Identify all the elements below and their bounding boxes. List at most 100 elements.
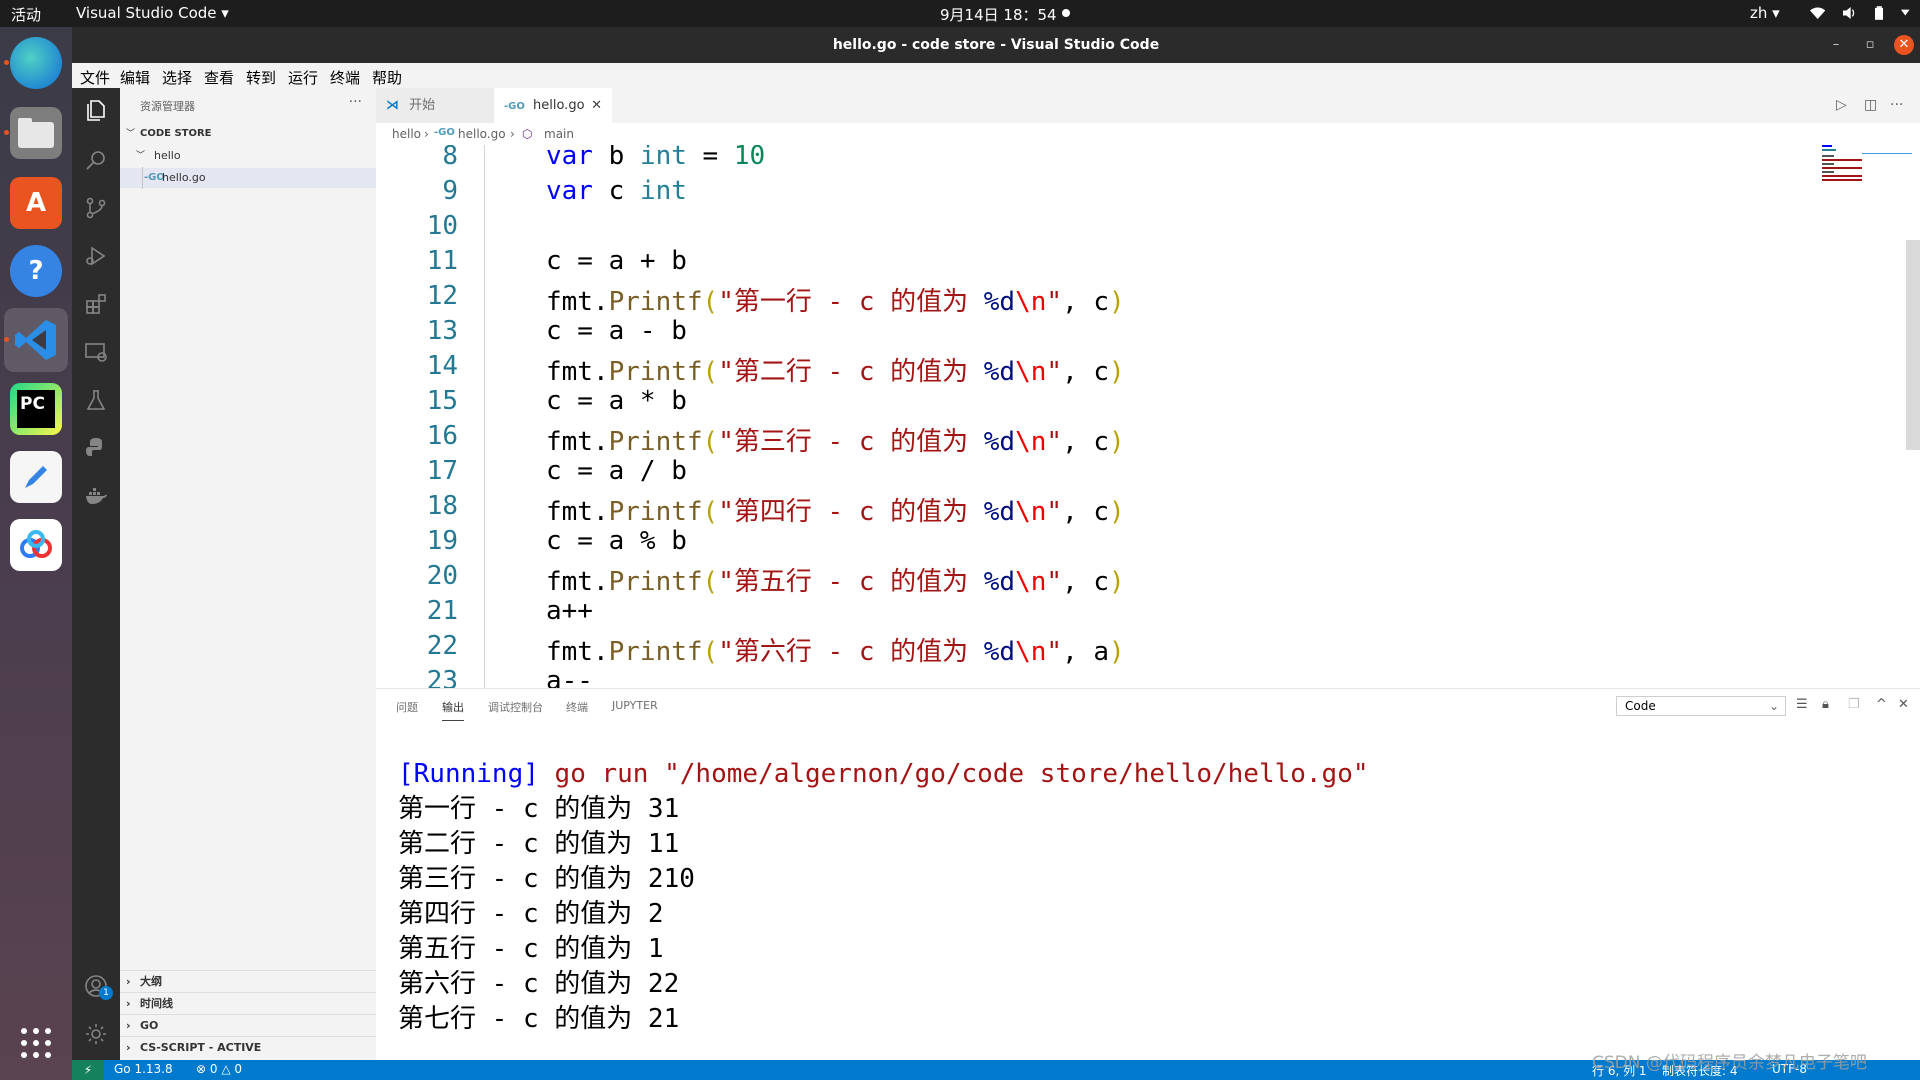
breadcrumb-symbol[interactable]: main (544, 127, 574, 141)
folder-hello[interactable]: ﹀ hello (120, 146, 376, 166)
code-text: c = a % b (546, 526, 687, 556)
software-center-icon[interactable]: A (10, 177, 62, 229)
code-token: , c (1062, 427, 1110, 457)
explorer-icon[interactable] (84, 98, 108, 122)
extensions-icon[interactable] (84, 292, 108, 316)
code-line[interactable]: 14 fmt.Printf("第二行 - c 的值为 %d\n", c) (376, 351, 1876, 387)
code-token: c = a % b (546, 526, 687, 556)
maximize-button[interactable]: ▫ (1860, 35, 1880, 55)
lock-scroll-icon[interactable]: 🔒︎ (1822, 697, 1829, 712)
workspace-root[interactable]: ﹀ CODE STORE (120, 124, 376, 144)
output-content[interactable]: [Running] go run "/home/algernon/go/code… (398, 757, 1369, 1037)
input-method-indicator[interactable]: zh ▾ (1750, 4, 1780, 22)
code-line[interactable]: 10 (376, 211, 1876, 246)
code-line[interactable]: 16 fmt.Printf("第三行 - c 的值为 %d\n", c) (376, 421, 1876, 457)
activities-button[interactable]: 活动 (11, 4, 41, 25)
open-log-icon[interactable]: ❐ (1848, 697, 1860, 712)
testing-icon[interactable] (84, 388, 108, 412)
code-line[interactable]: 22 fmt.Printf("第六行 - c 的值为 %d\n", a) (376, 631, 1876, 667)
code-line[interactable]: 12 fmt.Printf("第一行 - c 的值为 %d\n", c) (376, 281, 1876, 317)
clear-output-icon[interactable]: ☰ (1796, 697, 1808, 712)
code-line[interactable]: 23 a-- (376, 666, 1876, 688)
explorer-sidebar: 资源管理器 ··· ﹀ CODE STORE ﹀ hello -GO hello… (120, 88, 376, 1060)
tab-welcome[interactable]: ⋊ 开始 (376, 88, 494, 123)
notification-dot (1062, 9, 1070, 17)
menu-selection[interactable]: 选择 (162, 67, 192, 88)
code-line[interactable]: 17 c = a / b (376, 456, 1876, 491)
code-editor[interactable]: 8 var b int = 10 9 var c int 10 11 c = a + b 12… (376, 145, 1920, 688)
close-tab-icon[interactable]: ✕ (591, 88, 602, 123)
go-version-status[interactable]: Go 1.13.8 (114, 1062, 173, 1076)
menu-go[interactable]: 转到 (246, 67, 276, 88)
menu-help[interactable]: 帮助 (372, 67, 402, 88)
code-text: c = a * b (546, 386, 687, 416)
code-line[interactable]: 15 c = a * b (376, 386, 1876, 421)
code-line[interactable]: 9 var c int (376, 176, 1876, 211)
problems-status[interactable]: ⊗ 0 △ 0 (196, 1062, 242, 1076)
remote-explorer-icon[interactable] (84, 340, 108, 364)
code-token: "第五行 - c 的值为 (718, 567, 984, 597)
code-line[interactable]: 13 c = a - b (376, 316, 1876, 351)
breadcrumb-file[interactable]: hello.go (458, 127, 506, 141)
run-debug-icon[interactable] (84, 244, 108, 268)
edge-browser-icon[interactable] (10, 37, 62, 89)
code-line[interactable]: 19 c = a % b (376, 526, 1876, 561)
app-menu[interactable]: Visual Studio Code ▾ (76, 4, 229, 22)
baidu-netdisk-icon[interactable] (10, 519, 62, 571)
section-go[interactable]: › GO (120, 1014, 376, 1036)
more-actions-icon[interactable]: ··· (1890, 97, 1903, 113)
output-channel-select[interactable]: Code ⌄ (1616, 696, 1786, 716)
run-file-icon[interactable]: ▷ (1836, 97, 1847, 113)
line-number: 22 (426, 631, 458, 661)
code-line[interactable]: 8 var b int = 10 (376, 145, 1876, 176)
code-line[interactable]: 21 a++ (376, 596, 1876, 631)
maximize-panel-icon[interactable]: ^ (1876, 697, 1887, 712)
menu-file[interactable]: 文件 (80, 67, 110, 88)
breadcrumb-folder[interactable]: hello (392, 127, 421, 141)
docker-icon[interactable] (84, 484, 108, 508)
code-token: "第四行 - c 的值为 (718, 497, 984, 527)
code-token: , c (1062, 497, 1110, 527)
menu-edit[interactable]: 编辑 (120, 67, 150, 88)
split-editor-icon[interactable]: ◫ (1864, 97, 1877, 113)
show-applications-icon[interactable] (10, 1017, 62, 1069)
search-icon[interactable] (84, 148, 108, 172)
close-panel-icon[interactable]: ✕ (1898, 697, 1909, 712)
panel-tab-output[interactable]: 输出 (442, 699, 464, 721)
source-control-icon[interactable] (84, 196, 108, 220)
code-line[interactable]: 11 c = a + b (376, 246, 1876, 281)
panel-tab-debug-console[interactable]: 调试控制台 (488, 699, 543, 715)
minimap[interactable] (1822, 145, 1912, 195)
section-timeline[interactable]: › 时间线 (120, 992, 376, 1014)
more-actions-icon[interactable]: ··· (349, 94, 362, 110)
section-cs-script[interactable]: › CS-SCRIPT - ACTIVE (120, 1036, 376, 1058)
menu-terminal[interactable]: 终端 (330, 67, 360, 88)
tab-hello-go[interactable]: -GO hello.go ✕ (494, 88, 612, 123)
code-line[interactable]: 18 fmt.Printf("第四行 - c 的值为 %d\n", c) (376, 491, 1876, 527)
remote-indicator-icon[interactable]: ⚡ (72, 1060, 104, 1080)
panel-tab-problems[interactable]: 问题 (396, 699, 418, 715)
ubuntu-dock: A ? PC (0, 27, 72, 1080)
code-line[interactable]: 20 fmt.Printf("第五行 - c 的值为 %d\n", c) (376, 561, 1876, 597)
section-outline[interactable]: › 大纲 (120, 970, 376, 992)
code-token: "第三行 - c 的值为 (718, 427, 984, 457)
file-hello-go[interactable]: -GO hello.go (120, 167, 376, 189)
panel-tab-jupyter[interactable]: JUPYTER (612, 699, 658, 712)
settings-gear-icon[interactable] (84, 1022, 108, 1046)
text-editor-icon[interactable] (10, 451, 62, 503)
files-icon[interactable] (10, 107, 62, 159)
minimize-button[interactable]: – (1826, 35, 1846, 55)
menu-run[interactable]: 运行 (288, 67, 318, 88)
help-icon[interactable]: ? (10, 245, 62, 297)
window-title-bar[interactable]: hello.go - code store - Visual Studio Co… (72, 27, 1920, 63)
system-tray[interactable] (1810, 3, 1910, 23)
close-window-button[interactable]: ✕ (1894, 35, 1914, 55)
editor-scrollbar[interactable] (1906, 240, 1920, 450)
pycharm-icon[interactable]: PC (10, 383, 62, 435)
menu-view[interactable]: 查看 (204, 67, 234, 88)
code-token: fmt. (546, 357, 609, 387)
clock[interactable]: 9月14日 18：54 (940, 4, 1057, 25)
panel-tab-terminal[interactable]: 终端 (566, 699, 588, 715)
python-icon[interactable] (84, 436, 108, 460)
vscode-icon[interactable] (10, 314, 62, 366)
